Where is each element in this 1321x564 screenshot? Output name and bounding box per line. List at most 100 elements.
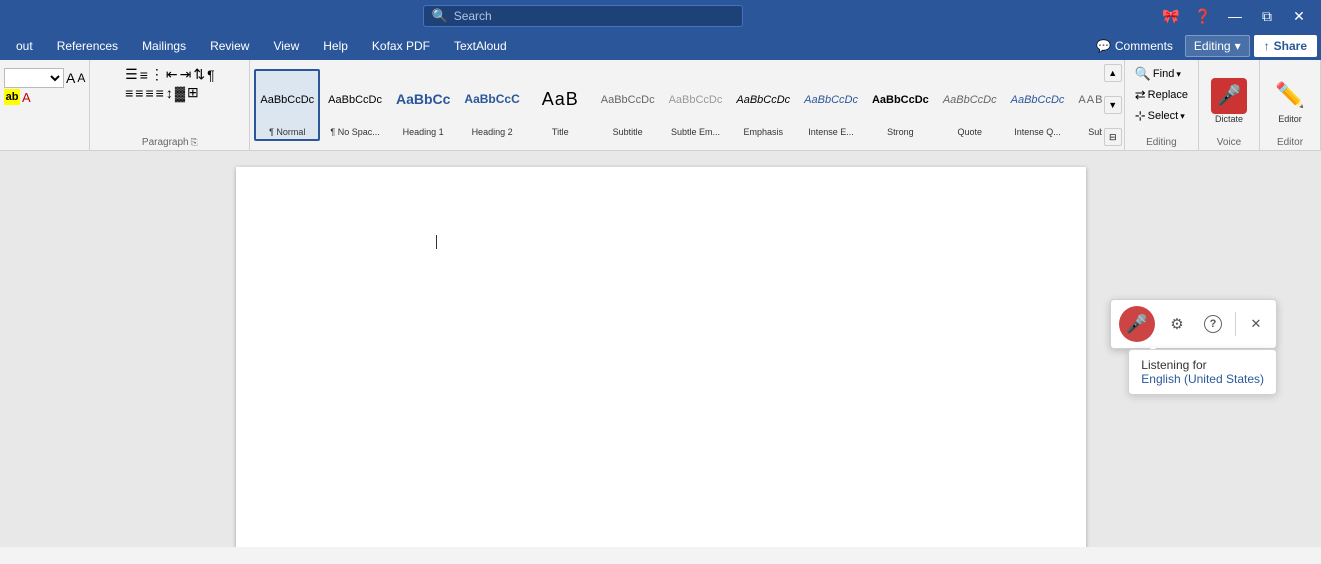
style-quote[interactable]: AaBbCcDc Quote [937,69,1003,141]
replace-btn[interactable]: ⇄ Replace [1133,85,1190,105]
dictate-help-button[interactable]: ? [1199,310,1227,338]
tab-layout[interactable]: out [4,32,45,60]
style-emphasis[interactable]: AaBbCcDc Emphasis [730,69,796,141]
style-title-preview: AaB [534,73,587,127]
dictate-divider [1235,312,1236,336]
style-subtle-ref[interactable]: AaBbCcDc Subtle Ref... [1072,69,1101,141]
decrease-indent-btn[interactable]: ⇤ [166,66,178,83]
style-subtle-em-label: Subtle Em... [671,127,720,137]
font-color-btn[interactable]: A [22,90,31,105]
styles-scroll-up[interactable]: ▲ [1104,64,1122,82]
minimize-button[interactable]: — [1221,5,1249,27]
style-subtle-em[interactable]: AaBbCcDc Subtle Em... [663,69,729,141]
editing-button[interactable]: Editing ▾ [1185,35,1250,57]
align-center-btn[interactable]: ≡ [135,85,143,101]
restore-button[interactable]: ⧉ [1253,5,1281,27]
tab-textaloud[interactable]: TextAloud [442,32,519,60]
justify-btn[interactable]: ≡ [156,85,164,101]
styles-area: AaBbCcDc ¶ Normal AaBbCcDc ¶ No Spac... … [250,60,1124,150]
ribbon: A A ab A ☰ [0,60,1321,151]
align-left-btn[interactable]: ≡ [125,85,133,101]
style-emphasis-preview: AaBbCcDc [736,73,790,127]
tab-help[interactable]: Help [311,32,360,60]
font-grow-btn[interactable]: A [66,70,75,86]
style-title[interactable]: AaB Title [528,69,593,141]
paragraph-group-content: ☰ ≡ ⋮ ⇤ ⇥ ⇅ ¶ ≡ ≡ ≡ ≡ ↕ ▓ ⊞ [125,64,214,135]
style-subtle-ref-label: Subtle Ref... [1088,127,1102,137]
style-no-space[interactable]: AaBbCcDc ¶ No Spac... [322,69,388,141]
find-btn[interactable]: 🔍 Find ▾ [1133,64,1183,84]
tab-view[interactable]: View [261,32,311,60]
dictate-settings-button[interactable]: ⚙ [1163,310,1191,338]
close-button[interactable]: ✕ [1285,5,1313,27]
style-subtle-ref-preview: AaBbCcDc [1078,73,1101,127]
tab-kofax[interactable]: Kofax PDF [360,32,442,60]
style-intense-q[interactable]: AaBbCcDc Intense Q... [1005,69,1071,141]
shading-btn[interactable]: ▓ [175,85,185,101]
styles-scroll-down[interactable]: ▼ [1104,96,1122,114]
editor-group: ✏️ Editor Editor [1260,60,1321,150]
style-heading1[interactable]: AaBbCc Heading 1 [390,69,456,141]
ribbon-icon[interactable]: 🎀 [1157,5,1185,27]
style-subtitle-preview: AaBbCcDc [601,73,655,127]
style-heading1-label: Heading 1 [403,127,444,137]
styles-scroll: AaBbCcDc ¶ Normal AaBbCcDc ¶ No Spac... … [250,60,1101,150]
editor-btn[interactable]: ✏️ Editor [1268,76,1312,126]
style-subtle-em-preview: AaBbCcDc [669,73,723,127]
style-normal-preview: AaBbCcDc [260,73,314,127]
search-input[interactable] [454,9,734,23]
highlight-btn[interactable]: ab [4,89,20,105]
find-label: Find [1153,68,1174,80]
editing-label: Editing [1194,39,1231,53]
document-page[interactable] [236,167,1086,547]
style-heading2[interactable]: AaBbCcC Heading 2 [458,69,525,141]
dictate-mic-button[interactable]: 🎤 [1119,306,1155,342]
tab-mailings[interactable]: Mailings [130,32,198,60]
style-heading2-preview: AaBbCcC [464,73,519,127]
style-normal[interactable]: AaBbCcDc ¶ Normal [254,69,320,141]
style-strong[interactable]: AaBbCcDc Strong [866,69,935,141]
dictate-listening-label: Listening for [1141,358,1264,372]
dictate-label: Dictate [1215,114,1243,124]
font-size-row: A A [4,68,85,88]
style-intense-e[interactable]: AaBbCcDc Intense E... [798,69,864,141]
title-bar-right: 🎀 ❓ — ⧉ ✕ [1157,5,1313,27]
comments-button[interactable]: 💬 Comments [1088,37,1181,55]
select-dropdown[interactable]: ▾ [1180,111,1185,122]
dictate-settings-icon: ⚙ [1170,315,1183,333]
editor-icon: ✏️ [1272,78,1308,114]
dictate-btn[interactable]: 🎤 Dictate [1207,76,1251,126]
share-button[interactable]: ↑ Share [1254,35,1317,57]
numbered-list-btn[interactable]: ≡ [140,67,148,83]
show-formatting-btn[interactable]: ¶ [207,67,215,83]
font-size-select[interactable] [4,68,64,88]
font-group-label [4,146,85,150]
multilevel-list-btn[interactable]: ⋮ [150,66,164,83]
borders-btn[interactable]: ⊞ [187,84,199,101]
help-icon[interactable]: ❓ [1189,5,1217,27]
editing-group: 🔍 Find ▾ ⇄ Replace ⊹ Select ▾ Editing [1125,60,1199,150]
dictate-close-icon: ✕ [1251,316,1262,332]
styles-more[interactable]: ⊟ [1104,128,1122,146]
voice-group: 🎤 Dictate Voice [1199,60,1260,150]
find-dropdown[interactable]: ▾ [1176,69,1181,80]
font-size-area: A A ab A [4,68,85,105]
align-right-btn[interactable]: ≡ [145,85,153,101]
search-icon: 🔍 [432,8,448,24]
dictate-close-button[interactable]: ✕ [1244,312,1268,336]
line-spacing-btn[interactable]: ↕ [166,85,173,101]
tab-references[interactable]: References [45,32,130,60]
paragraph-dialog-btn[interactable]: ⎘ [191,137,198,148]
dictate-language-link[interactable]: English (United States) [1141,372,1264,386]
search-box[interactable]: 🔍 [423,5,743,27]
sort-btn[interactable]: ⇅ [193,66,205,83]
style-strong-label: Strong [887,127,914,137]
select-label: Select [1148,110,1179,122]
bullet-list-btn[interactable]: ☰ [125,66,138,83]
comments-label: Comments [1115,39,1173,53]
tab-review[interactable]: Review [198,32,261,60]
select-btn[interactable]: ⊹ Select ▾ [1133,106,1187,126]
style-subtitle[interactable]: AaBbCcDc Subtitle [595,69,661,141]
increase-indent-btn[interactable]: ⇥ [180,66,192,83]
font-shrink-btn[interactable]: A [77,71,85,85]
